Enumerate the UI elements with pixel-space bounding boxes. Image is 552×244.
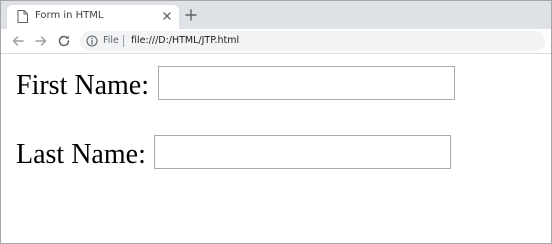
page-content: First Name: Last Name: bbox=[1, 54, 551, 243]
plus-icon[interactable] bbox=[185, 9, 197, 21]
last-name-label: Last Name: bbox=[16, 139, 146, 170]
arrow-right-icon[interactable] bbox=[34, 34, 48, 48]
address-separator bbox=[123, 35, 124, 47]
reload-icon[interactable] bbox=[57, 34, 71, 48]
tab-strip: Form in HTML bbox=[1, 1, 551, 29]
url-text: file:///D:/HTML/JTP.html bbox=[131, 35, 240, 46]
first-name-input[interactable] bbox=[158, 66, 455, 100]
info-icon[interactable] bbox=[86, 35, 98, 47]
first-name-label: First Name: bbox=[16, 70, 149, 101]
tab-title: Form in HTML bbox=[35, 10, 104, 21]
browser-toolbar: File file:///D:/HTML/JTP.html bbox=[1, 29, 551, 54]
scheme-label: File bbox=[103, 35, 119, 46]
tab-form-in-html[interactable]: Form in HTML bbox=[7, 5, 179, 29]
close-icon[interactable] bbox=[161, 10, 173, 22]
browser-window: Form in HTML File file:///D:/HTML/JTP.ht… bbox=[0, 0, 552, 244]
arrow-left-icon[interactable] bbox=[11, 34, 25, 48]
page-icon bbox=[17, 10, 28, 23]
last-name-input[interactable] bbox=[154, 135, 451, 169]
address-bar[interactable]: File file:///D:/HTML/JTP.html bbox=[80, 31, 545, 51]
